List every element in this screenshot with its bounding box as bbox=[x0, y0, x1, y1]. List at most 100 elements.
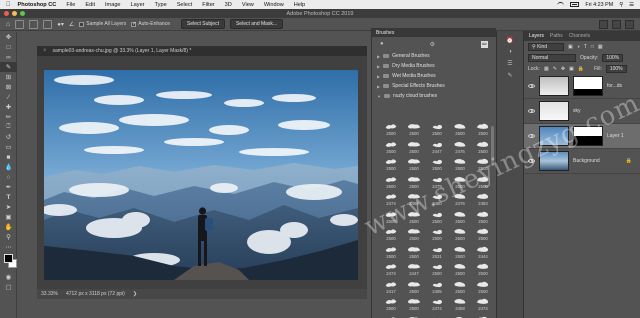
layer-mask-thumbnail[interactable] bbox=[573, 76, 603, 96]
brush-preset[interactable]: 2500 bbox=[473, 262, 493, 278]
filter-shape-icon[interactable]: □ bbox=[591, 44, 594, 50]
folder-expand-icon[interactable]: ▶ bbox=[377, 84, 380, 89]
menu-edit[interactable]: Edit bbox=[85, 2, 95, 8]
brush-preset[interactable]: 2500 bbox=[427, 157, 447, 173]
lock-all-icon[interactable]: 🔒 bbox=[578, 66, 584, 72]
share-icon[interactable] bbox=[625, 20, 634, 29]
layer-row[interactable]: sky bbox=[524, 99, 640, 124]
healing-brush-tool-icon[interactable]: ✚ bbox=[0, 102, 17, 112]
workspace-switcher-icon[interactable] bbox=[612, 20, 621, 29]
layer-mask-thumbnail[interactable] bbox=[573, 126, 603, 146]
sample-all-layers-checkbox[interactable]: Sample All Layers bbox=[79, 21, 126, 27]
lock-brush-icon[interactable]: ✎ bbox=[553, 66, 557, 72]
brush-preset[interactable]: 2500 bbox=[404, 315, 424, 318]
menu-type[interactable]: Type bbox=[155, 2, 167, 8]
brush-preset[interactable]: 2476 bbox=[450, 192, 470, 208]
eraser-tool-icon[interactable]: ▭ bbox=[0, 142, 17, 152]
brush-preset[interactable]: 2500 bbox=[404, 297, 424, 313]
brush-preset[interactable]: 2500 bbox=[450, 227, 470, 243]
brush-preset[interactable]: 2500 bbox=[427, 227, 447, 243]
brush-preset[interactable]: 2500 bbox=[473, 280, 493, 296]
visibility-eye-icon[interactable] bbox=[528, 159, 535, 163]
brush-preset[interactable]: 2479 bbox=[427, 175, 447, 191]
brush-preset[interactable]: 2444 bbox=[473, 245, 493, 261]
menu-3d[interactable]: 3D bbox=[225, 2, 232, 8]
brush-preset[interactable]: 2474 bbox=[381, 262, 401, 278]
path-selection-tool-icon[interactable]: ➤ bbox=[0, 202, 17, 212]
brush-preset[interactable]: 2500 bbox=[473, 315, 493, 318]
lock-artboard-icon[interactable]: ▣ bbox=[569, 66, 574, 72]
brush-preset[interactable]: 2500 bbox=[450, 122, 470, 138]
select-and-mask-button[interactable]: Select and Mask... bbox=[229, 19, 284, 29]
brush-preset[interactable]: 2500 bbox=[381, 315, 401, 318]
brush-preset[interactable]: 2500 bbox=[450, 210, 470, 226]
zoom-tool-icon[interactable]: ⚲ bbox=[0, 232, 17, 242]
brush-tool-icon[interactable]: ✏ bbox=[0, 112, 17, 122]
folder-expand-icon[interactable]: ▶ bbox=[377, 74, 380, 79]
blur-tool-icon[interactable]: 💧 bbox=[0, 162, 17, 172]
dodge-tool-icon[interactable]: ○ bbox=[0, 172, 17, 182]
menu-view[interactable]: View bbox=[242, 2, 254, 8]
brush-size-slider-icon[interactable]: ● bbox=[380, 41, 384, 47]
status-arrow-icon[interactable]: ❯ bbox=[133, 291, 137, 297]
brush-preset[interactable]: 2447 bbox=[404, 262, 424, 278]
folder-expand-icon[interactable]: ▶ bbox=[377, 54, 380, 59]
brush-preset[interactable]: 2500 bbox=[473, 122, 493, 138]
visibility-eye-icon[interactable] bbox=[528, 109, 535, 113]
marquee-tool-icon[interactable]: □ bbox=[0, 42, 17, 52]
menu-list-icon[interactable]: ☰ bbox=[629, 2, 634, 8]
tab-paths[interactable]: Paths bbox=[550, 33, 563, 39]
kind-filter-select[interactable]: ⚲ Kind bbox=[528, 42, 564, 51]
color-swatches[interactable] bbox=[0, 252, 17, 272]
eyedropper-tool-icon[interactable]: ⁄ bbox=[0, 92, 17, 102]
brush-preset[interactable]: 2500 bbox=[381, 157, 401, 173]
menu-app-name[interactable]: Photoshop CC bbox=[18, 2, 57, 8]
new-brush-icon[interactable]: ✏ bbox=[480, 40, 488, 48]
brush-preset[interactable]: 2500 bbox=[427, 315, 447, 318]
brush-preset[interactable]: 2500 bbox=[450, 157, 470, 173]
brush-preset[interactable]: 2417 bbox=[381, 280, 401, 296]
opacity-field[interactable]: 100% bbox=[602, 53, 624, 62]
wifi-icon[interactable] bbox=[557, 2, 565, 7]
brush-preset[interactable]: 2500 bbox=[450, 262, 470, 278]
search-icon[interactable]: ⚲ bbox=[619, 2, 623, 8]
hand-tool-icon[interactable]: ✋ bbox=[0, 222, 17, 232]
brush-preset[interactable]: 2474 bbox=[381, 192, 401, 208]
menu-image[interactable]: Image bbox=[105, 2, 121, 8]
layer-name[interactable]: Background bbox=[573, 158, 600, 164]
brush-size-icon[interactable]: ●▾ bbox=[57, 21, 64, 28]
document-tab[interactable]: × sample03-andreas-chu.jpg @ 33.3% (Laye… bbox=[37, 46, 367, 56]
menu-clock[interactable]: Fri 4:23 PM bbox=[585, 2, 613, 8]
document-size[interactable]: 4712 px x 3118 px (72 ppi) bbox=[66, 291, 125, 297]
brush-preset[interactable]: 2500 bbox=[404, 122, 424, 138]
document-canvas-image[interactable] bbox=[44, 70, 358, 280]
brush-preset[interactable]: 2500 bbox=[427, 262, 447, 278]
blend-mode-select[interactable]: Normal bbox=[528, 53, 576, 62]
layer-name[interactable]: for...ds bbox=[607, 83, 622, 89]
battery-icon[interactable] bbox=[570, 2, 580, 7]
apple-logo-icon[interactable]:  bbox=[6, 2, 11, 8]
quick-selection-tool-icon[interactable]: ✎ bbox=[0, 62, 17, 72]
filter-smart-icon[interactable]: ▦ bbox=[598, 44, 603, 50]
brush-preset[interactable]: 2500 bbox=[427, 210, 447, 226]
layer-row[interactable]: for...ds bbox=[524, 74, 640, 99]
brush-preset[interactable]: 2480 bbox=[427, 192, 447, 208]
brush-settings-icon[interactable]: ⚙ bbox=[430, 41, 435, 48]
tab-layers[interactable]: Layers bbox=[529, 33, 544, 39]
brush-preset[interactable]: 2474 bbox=[473, 297, 493, 313]
quick-mask-icon[interactable]: ◉ bbox=[0, 272, 17, 282]
brush-panel-icon[interactable]: ✎ bbox=[507, 72, 512, 79]
brush-preset[interactable]: 2500 bbox=[404, 280, 424, 296]
filter-type-icon[interactable]: T bbox=[584, 44, 587, 50]
menu-help[interactable]: Help bbox=[294, 2, 306, 8]
brush-preset[interactable]: 2531 bbox=[427, 245, 447, 261]
lock-position-icon[interactable]: ✥ bbox=[561, 66, 565, 72]
brush-preset[interactable]: 2469 bbox=[404, 192, 424, 208]
more-tools-icon[interactable]: ⋯ bbox=[0, 242, 17, 252]
brushes-panel-title[interactable]: Brushes bbox=[376, 30, 394, 36]
brush-folder[interactable]: ▶ Special Effects Brushes bbox=[372, 81, 496, 91]
brush-preset[interactable]: 2500 bbox=[450, 245, 470, 261]
adjustments-panel-icon[interactable]: ◑ bbox=[508, 49, 512, 55]
brush-preset[interactable]: 2500 bbox=[450, 315, 470, 318]
brush-preset[interactable]: 2500 bbox=[473, 157, 493, 173]
